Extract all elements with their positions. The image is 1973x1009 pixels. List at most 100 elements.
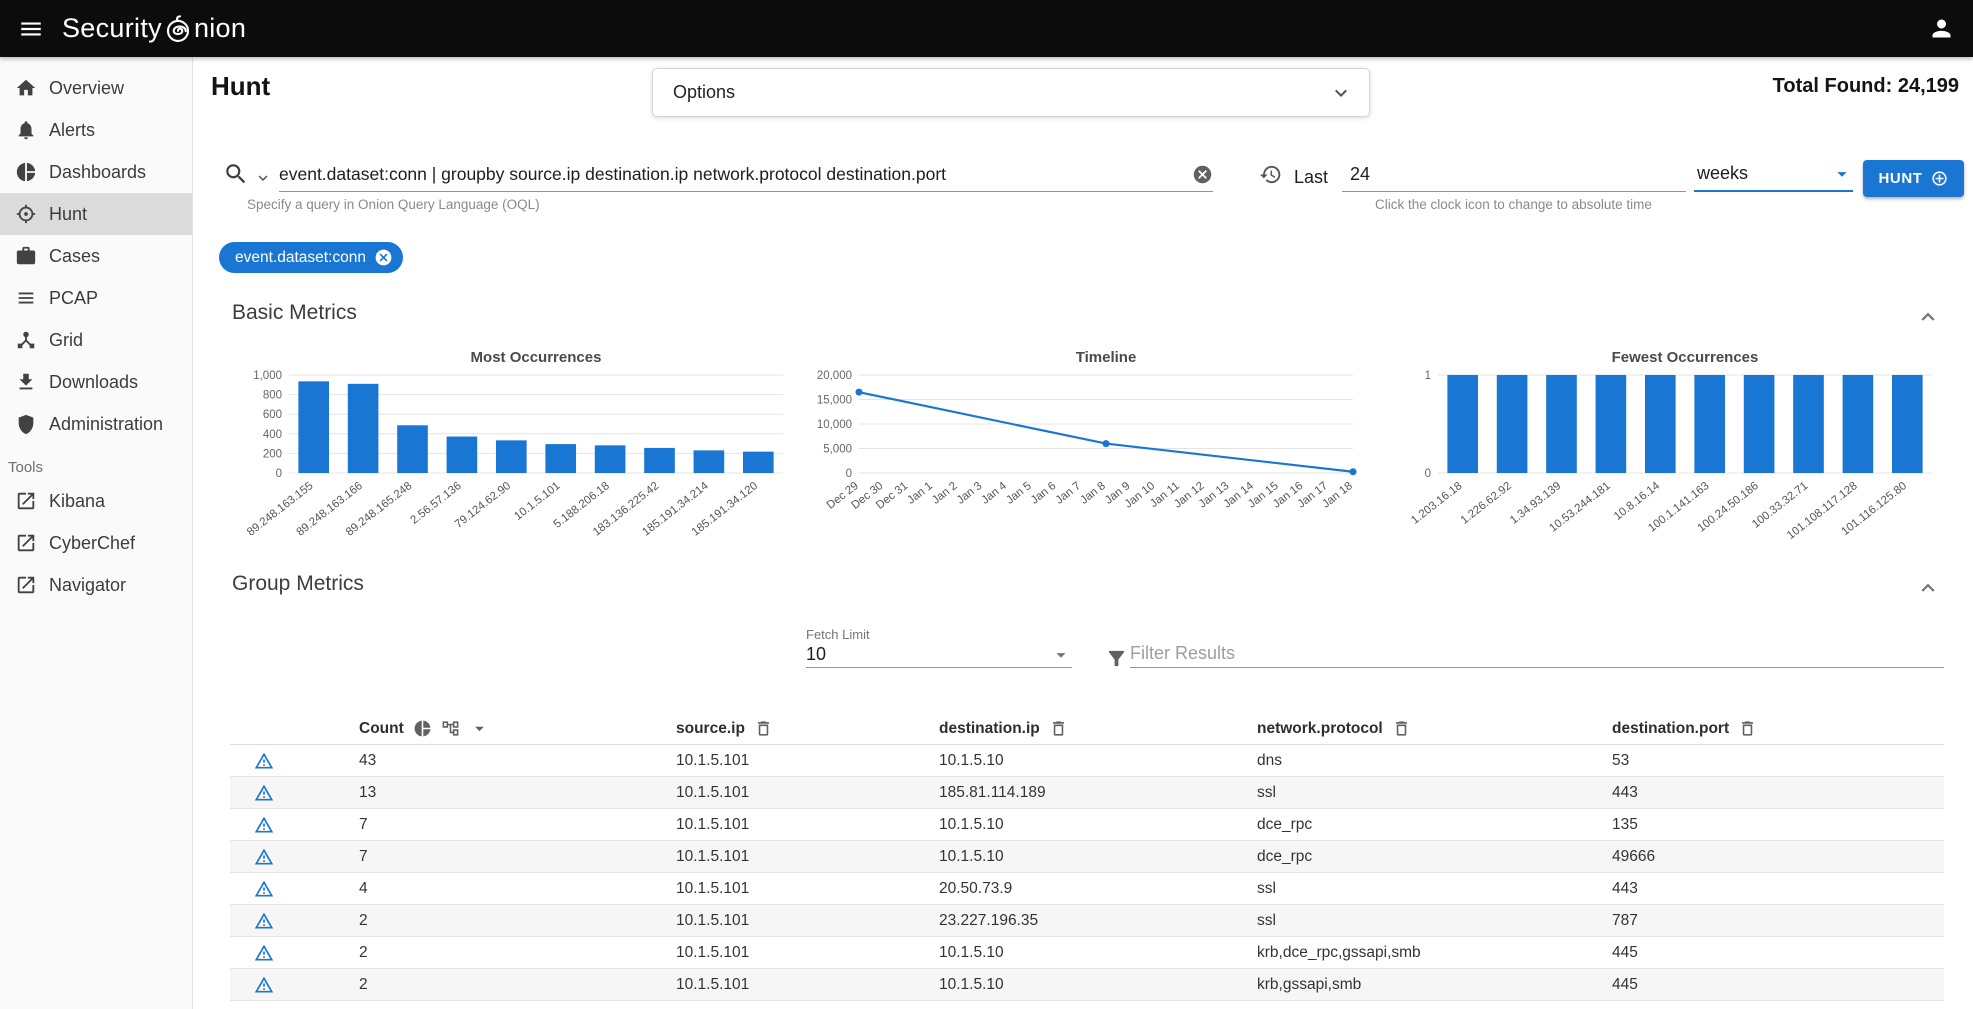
table-row[interactable]: 210.1.5.10110.1.5.10krb,dce_rpc,gssapi,s… — [230, 937, 1944, 969]
table-row[interactable]: 710.1.5.10110.1.5.10dce_rpc49666 — [230, 841, 1944, 873]
sidebar-item-label: Overview — [49, 78, 124, 99]
group-tree-icon[interactable] — [441, 719, 460, 738]
cell-network-protocol: krb,dce_rpc,gssapi,smb — [1257, 937, 1421, 969]
trash-icon[interactable] — [1049, 719, 1068, 738]
sidebar-item-label: Kibana — [49, 491, 105, 512]
time-unit-select[interactable]: weeks — [1694, 157, 1853, 192]
svg-text:0: 0 — [1425, 468, 1431, 480]
chart-svg: Most Occurrences02004006008001,00089.248… — [231, 349, 791, 554]
warning-triangle-icon[interactable] — [254, 943, 274, 963]
dropdown-arrow-icon — [1050, 644, 1072, 666]
svg-text:5,000: 5,000 — [823, 444, 852, 456]
cell-network-protocol: ssl — [1257, 905, 1276, 937]
trash-icon[interactable] — [1392, 719, 1411, 738]
cell-count: 2 — [359, 969, 368, 1001]
cell-destination-ip: 10.1.5.10 — [939, 841, 1004, 873]
svg-text:400: 400 — [263, 429, 282, 441]
cell-destination-ip: 10.1.5.10 — [939, 937, 1004, 969]
sidebar-nav: Overview Alerts Dashboards Hunt Cases PCAPGri… — [0, 67, 192, 445]
sidebar-item-pcap[interactable]: PCAP — [0, 277, 192, 319]
table-row[interactable]: 210.1.5.10123.227.196.35ssl787 — [230, 905, 1944, 937]
fetch-limit-label: Fetch Limit — [806, 627, 870, 642]
column-header-network-protocol[interactable]: network.protocol — [1257, 712, 1411, 745]
fetch-limit-select[interactable]: 10 — [806, 642, 1072, 668]
cell-source-ip: 10.1.5.101 — [676, 873, 749, 905]
dropdown-arrow-icon — [1831, 163, 1853, 185]
query-history-chevron-icon[interactable] — [254, 169, 272, 187]
remove-filter-icon[interactable] — [374, 248, 393, 267]
history-clock-icon[interactable] — [1259, 163, 1282, 186]
warning-triangle-icon[interactable] — [254, 783, 274, 803]
warning-triangle-icon[interactable] — [254, 847, 274, 867]
svg-text:1.226.62.92: 1.226.62.92 — [1459, 480, 1514, 527]
pie-chart-icon[interactable] — [413, 719, 432, 738]
svg-text:10.1.5.101: 10.1.5.101 — [512, 480, 562, 523]
filter-chip[interactable]: event.dataset:conn — [219, 242, 403, 273]
sidebar-item-grid[interactable]: Grid — [0, 319, 192, 361]
time-range-label: Last — [1294, 167, 1328, 188]
table-row[interactable]: 410.1.5.10120.50.73.9ssl443 — [230, 873, 1944, 905]
sidebar-item-alerts[interactable]: Alerts — [0, 109, 192, 151]
dropdown-arrow-icon[interactable] — [469, 718, 490, 739]
sidebar-item-administration[interactable]: Administration — [0, 403, 192, 445]
svg-text:Jan 5: Jan 5 — [1004, 480, 1034, 507]
sidebar-item-navigator[interactable]: Navigator — [0, 564, 192, 606]
column-label: source.ip — [676, 720, 745, 738]
table-row[interactable]: 4310.1.5.10110.1.5.10dns53 — [230, 745, 1944, 777]
svg-text:10.8.16.14: 10.8.16.14 — [1612, 480, 1663, 523]
svg-text:Timeline: Timeline — [1076, 349, 1137, 366]
column-header-source-ip[interactable]: source.ip — [676, 712, 773, 745]
sidebar-item-label: Dashboards — [49, 162, 146, 183]
download-icon — [15, 371, 37, 393]
shield-icon — [15, 413, 37, 435]
table-row[interactable]: 710.1.5.10110.1.5.10dce_rpc135 — [230, 809, 1944, 841]
options-dropdown[interactable]: Options — [652, 68, 1370, 117]
cell-destination-ip: 10.1.5.10 — [939, 809, 1004, 841]
svg-text:Jan 4: Jan 4 — [979, 480, 1009, 507]
user-account-icon[interactable] — [1910, 15, 1973, 42]
sidebar-item-hunt[interactable]: Hunt — [0, 193, 192, 235]
sidebar-item-downloads[interactable]: Downloads — [0, 361, 192, 403]
time-value-input[interactable] — [1342, 164, 1686, 185]
sidebar-item-cases[interactable]: Cases — [0, 235, 192, 277]
column-label: destination.ip — [939, 720, 1040, 738]
cell-source-ip: 10.1.5.101 — [676, 745, 749, 777]
cell-source-ip: 10.1.5.101 — [676, 841, 749, 873]
search-icon[interactable] — [223, 161, 249, 187]
hamburger-menu-icon[interactable] — [0, 16, 62, 42]
warning-triangle-icon[interactable] — [254, 975, 274, 995]
svg-text:Jan 7: Jan 7 — [1054, 480, 1084, 507]
basic-metrics-collapse-icon[interactable] — [1915, 304, 1941, 330]
results-table-body: 4310.1.5.10110.1.5.10dns531310.1.5.10118… — [230, 745, 1944, 1001]
trash-icon[interactable] — [1738, 719, 1757, 738]
group-metrics-collapse-icon[interactable] — [1915, 575, 1941, 601]
svg-text:1: 1 — [1425, 370, 1431, 382]
sidebar-item-label: Cases — [49, 246, 100, 267]
clear-query-icon[interactable] — [1192, 164, 1213, 185]
chart-most-occurrences: Most Occurrences02004006008001,00089.248… — [231, 349, 791, 554]
warning-triangle-icon[interactable] — [254, 911, 274, 931]
filter-results-input[interactable] — [1130, 643, 1944, 664]
cell-destination-port: 787 — [1612, 905, 1638, 937]
column-header-destination-ip[interactable]: destination.ip — [939, 712, 1068, 745]
query-input[interactable] — [279, 164, 1184, 185]
warning-triangle-icon[interactable] — [254, 751, 274, 771]
hunt-button[interactable]: HUNT — [1863, 160, 1964, 197]
cell-source-ip: 10.1.5.101 — [676, 969, 749, 1001]
sidebar-tools: Kibana CyberChefNavigator — [0, 480, 192, 606]
warning-triangle-icon[interactable] — [254, 879, 274, 899]
cell-network-protocol: ssl — [1257, 873, 1276, 905]
column-header-count[interactable]: Count — [359, 712, 490, 745]
svg-text:1,000: 1,000 — [253, 370, 282, 382]
sidebar-item-kibana[interactable]: Kibana — [0, 480, 192, 522]
table-row[interactable]: 210.1.5.10110.1.5.10krb,gssapi,smb445 — [230, 969, 1944, 1001]
warning-triangle-icon[interactable] — [254, 815, 274, 835]
sidebar-item-cyberchef[interactable]: CyberChef — [0, 522, 192, 564]
trash-icon[interactable] — [754, 719, 773, 738]
cell-destination-port: 445 — [1612, 937, 1638, 969]
svg-text:0: 0 — [276, 468, 282, 480]
column-header-destination-port[interactable]: destination.port — [1612, 712, 1757, 745]
sidebar-item-overview[interactable]: Overview — [0, 67, 192, 109]
sidebar-item-dashboards[interactable]: Dashboards — [0, 151, 192, 193]
table-row[interactable]: 1310.1.5.101185.81.114.189ssl443 — [230, 777, 1944, 809]
